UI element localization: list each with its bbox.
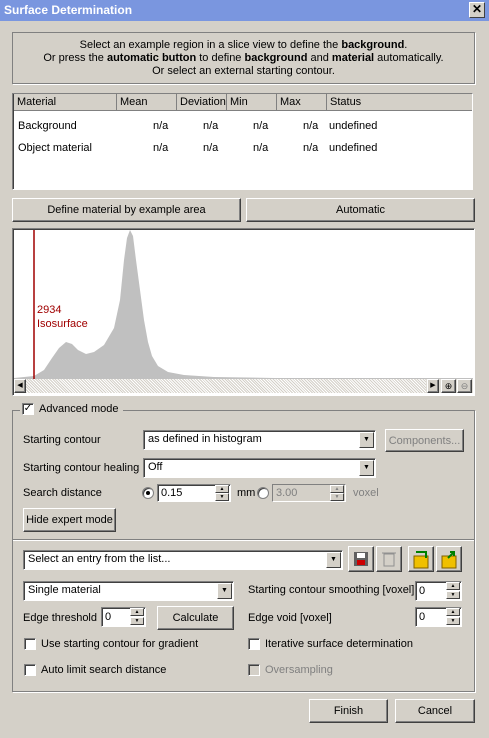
column-max[interactable]: Max <box>277 94 327 111</box>
instruction-line-3: Or select an external starting contour. <box>152 65 335 77</box>
cell-min: n/a <box>253 142 269 154</box>
auto-limit-checkbox[interactable] <box>24 664 36 676</box>
zoom-in-icon[interactable]: ⊕ <box>441 379 456 393</box>
scroll-left-icon[interactable]: ◀ <box>14 379 26 393</box>
smoothing-label: Starting contour smoothing [voxel] <box>248 584 415 596</box>
healing-select[interactable]: Off ▼ <box>143 458 376 478</box>
edge-void-input[interactable]: 0 ▲ ▼ <box>415 607 462 627</box>
use-contour-gradient-option[interactable]: Use starting contour for gradient <box>24 638 198 650</box>
iterative-option[interactable]: Iterative surface determination <box>248 638 413 650</box>
close-icon[interactable]: ✕ <box>469 2 485 18</box>
spin-up-icon[interactable]: ▲ <box>215 485 229 493</box>
components-button[interactable]: Components... <box>385 429 464 452</box>
define-by-example-button[interactable]: Define material by example area <box>12 198 241 222</box>
column-mean[interactable]: Mean <box>117 94 177 111</box>
advanced-mode-checkbox[interactable]: ✓ <box>22 403 34 415</box>
spin-down-icon[interactable]: ▼ <box>215 493 229 501</box>
edge-void-label: Edge void [voxel] <box>248 612 332 624</box>
material-table[interactable]: Material Mean Deviation Min Max Status B… <box>12 93 473 190</box>
cell-status: undefined <box>329 120 378 132</box>
spin-up-icon[interactable]: ▲ <box>330 485 344 493</box>
cell-min: n/a <box>253 120 269 132</box>
import-preset-icon[interactable] <box>408 546 434 572</box>
spin-down-icon[interactable]: ▼ <box>446 591 460 599</box>
histogram-area <box>14 230 473 379</box>
search-distance-label: Search distance <box>23 487 102 499</box>
search-voxel-input[interactable]: 3.00 ▲ ▼ <box>272 484 346 502</box>
oversampling-checkbox[interactable] <box>248 664 260 676</box>
isosurface-value: 2934 <box>37 304 62 316</box>
cell-max: n/a <box>303 142 319 154</box>
cell-material: Object material <box>18 142 92 154</box>
unit-voxel: voxel <box>353 487 379 499</box>
column-deviation[interactable]: Deviation <box>177 94 227 111</box>
instruction-panel: Select an example region in a slice view… <box>12 32 475 84</box>
smoothing-input[interactable]: 0 ▲ ▼ <box>415 581 462 601</box>
histogram-scrollbar[interactable]: ◀ ▶ ⊕ ⊖ <box>14 379 473 393</box>
delete-preset-icon[interactable] <box>376 546 402 572</box>
preset-select[interactable]: Select an entry from the list... ▼ <box>23 550 343 570</box>
unit-mm: mm <box>237 487 256 499</box>
hide-expert-button[interactable]: Hide expert mode <box>23 508 116 532</box>
window-title: Surface Determination <box>4 3 133 17</box>
healing-value: Off <box>148 461 163 473</box>
oversampling-option[interactable]: Oversampling <box>248 664 333 676</box>
use-contour-gradient-checkbox[interactable] <box>24 638 36 650</box>
advanced-mode-toggle[interactable]: ✓ Advanced mode <box>20 403 123 415</box>
advanced-mode-label: Advanced mode <box>39 403 119 415</box>
histogram-view[interactable]: 2934 Isosurface ◀ ▶ ⊕ ⊖ <box>12 228 475 396</box>
isosurface-label: Isosurface <box>37 318 88 330</box>
instruction-line-1: Select an example region in a slice view… <box>79 39 408 51</box>
cell-mean: n/a <box>153 142 169 154</box>
save-preset-icon[interactable] <box>348 546 374 572</box>
search-mm-input[interactable]: 0.15 ▲ ▼ <box>157 484 231 502</box>
calculate-button[interactable]: Calculate <box>157 606 234 630</box>
cell-deviation: n/a <box>203 142 219 154</box>
title-bar: Surface Determination ✕ <box>0 0 489 21</box>
column-material[interactable]: Material <box>14 94 117 111</box>
starting-contour-select[interactable]: as defined in histogram ▼ <box>143 430 376 450</box>
material-mode-select[interactable]: Single material ▼ <box>23 581 234 601</box>
spin-down-icon[interactable]: ▼ <box>130 617 144 625</box>
preset-value: Select an entry from the list... <box>28 553 171 565</box>
column-min[interactable]: Min <box>227 94 277 111</box>
edge-threshold-input[interactable]: 0 ▲ ▼ <box>101 607 146 627</box>
cell-deviation: n/a <box>203 120 219 132</box>
cell-max: n/a <box>303 120 319 132</box>
spin-up-icon[interactable]: ▲ <box>130 608 144 616</box>
export-preset-icon[interactable] <box>436 546 462 572</box>
search-voxel-radio[interactable] <box>257 487 269 499</box>
spin-up-icon[interactable]: ▲ <box>446 582 460 590</box>
search-mm-radio[interactable] <box>142 487 154 499</box>
zoom-out-icon[interactable]: ⊖ <box>457 379 472 393</box>
instruction-line-2: Or press the automatic button to define … <box>43 52 444 64</box>
spin-up-icon[interactable]: ▲ <box>446 608 460 616</box>
cancel-button[interactable]: Cancel <box>395 699 475 723</box>
starting-contour-label: Starting contour <box>23 434 101 446</box>
iterative-checkbox[interactable] <box>248 638 260 650</box>
finish-button[interactable]: Finish <box>309 699 388 723</box>
cell-mean: n/a <box>153 120 169 132</box>
auto-limit-option[interactable]: Auto limit search distance <box>24 664 166 676</box>
edge-threshold-label: Edge threshold <box>23 612 97 624</box>
cell-status: undefined <box>329 142 378 154</box>
spin-down-icon[interactable]: ▼ <box>446 617 460 625</box>
chevron-down-icon[interactable]: ▼ <box>217 583 232 599</box>
chevron-down-icon[interactable]: ▼ <box>359 460 374 476</box>
starting-contour-value: as defined in histogram <box>148 433 262 445</box>
material-mode-value: Single material <box>28 584 101 596</box>
column-status[interactable]: Status <box>327 94 472 111</box>
cell-material: Background <box>18 120 77 132</box>
chevron-down-icon[interactable]: ▼ <box>359 432 374 448</box>
scroll-right-icon[interactable]: ▶ <box>427 379 439 393</box>
chevron-down-icon[interactable]: ▼ <box>326 552 341 568</box>
scroll-track[interactable] <box>26 379 426 393</box>
automatic-button[interactable]: Automatic <box>246 198 475 222</box>
histogram-chart[interactable] <box>14 230 473 379</box>
spin-down-icon[interactable]: ▼ <box>330 493 344 501</box>
healing-label: Starting contour healing <box>23 462 140 474</box>
